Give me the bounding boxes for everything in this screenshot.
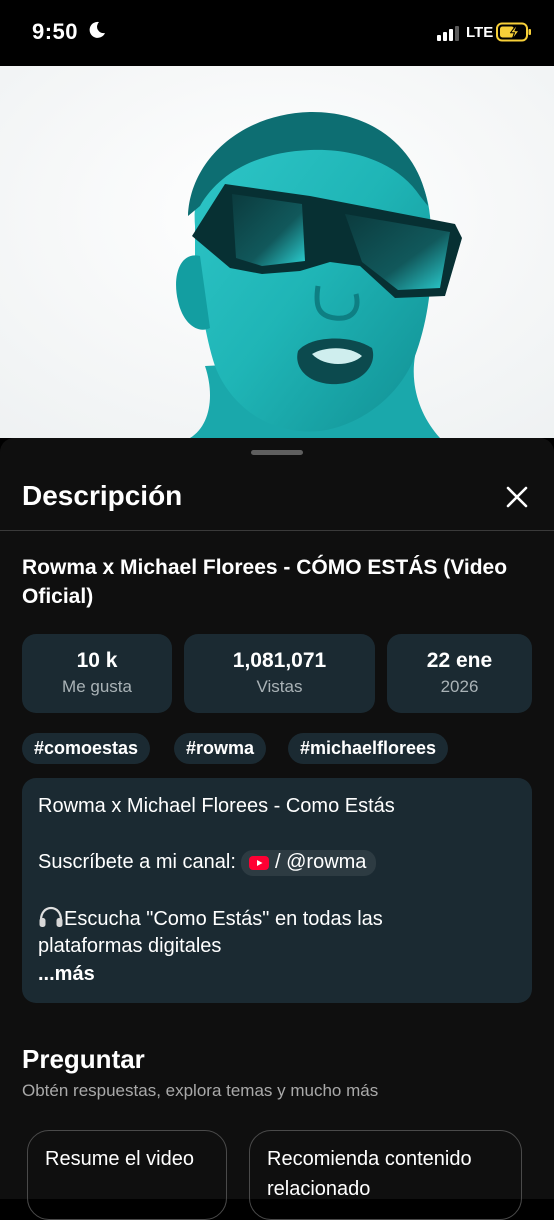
views-stat: 1,081,071 Vistas	[184, 634, 375, 713]
likes-label: Me gusta	[62, 677, 132, 696]
description-box[interactable]: Rowma x Michael Florees - Como Estás Sus…	[22, 778, 532, 1003]
more-link[interactable]: ...más	[38, 963, 95, 986]
close-icon[interactable]	[500, 480, 534, 514]
publish-year: 2026	[440, 677, 479, 696]
channel-link-chip[interactable]: / @rowma	[241, 850, 377, 876]
listen-line: Escucha "Como Estás" en todas las	[38, 906, 383, 931]
suggestion-recommend-button[interactable]: Recomienda contenido relacionado	[249, 1130, 522, 1220]
date-stat: 22 ene 2026	[387, 634, 532, 713]
hashtag-chip[interactable]: #comoestas	[22, 733, 151, 764]
suggestion-summarize-button[interactable]: Resume el video	[27, 1130, 227, 1220]
divider	[0, 530, 554, 531]
hashtag-chip[interactable]: #michaelflorees	[288, 733, 449, 764]
headphones-icon	[39, 906, 63, 927]
video-frame-image	[0, 66, 554, 438]
sheet-drag-handle[interactable]	[251, 450, 303, 455]
ask-section-subtitle: Obtén respuestas, explora temas y mucho …	[22, 1081, 379, 1100]
publish-date: 22 ene	[426, 649, 493, 672]
battery-charging-icon	[496, 22, 531, 42]
ask-section-title: Preguntar	[22, 1044, 145, 1074]
views-label: Vistas	[256, 677, 303, 696]
moon-icon	[89, 21, 105, 38]
hashtag-chip[interactable]: #rowma	[174, 733, 267, 764]
video-title: Rowma x Michael Florees - CÓMO ESTÁS (Vi…	[22, 556, 508, 608]
status-time: 9:50	[32, 19, 79, 44]
subscribe-text: Suscríbete a mi canal:	[38, 851, 236, 873]
video-player[interactable]	[0, 66, 554, 438]
status-bar: 9:50 LTE	[0, 0, 554, 66]
listen-text-1: Escucha "Como Estás" en todas las	[64, 908, 383, 930]
listen-text-2: plataformas digitales	[38, 935, 222, 957]
youtube-icon	[249, 856, 270, 870]
cellular-signal-icon	[437, 26, 459, 41]
description-line: Rowma x Michael Florees - Como Estás	[38, 795, 395, 817]
sheet-title: Descripción	[22, 480, 183, 511]
likes-stat: 10 k Me gusta	[22, 634, 172, 713]
description-sheet: Descripción Rowma x Michael Florees - CÓ…	[0, 438, 554, 1220]
likes-count: 10 k	[76, 649, 118, 672]
channel-handle: / @rowma	[275, 851, 367, 873]
network-type: LTE	[466, 24, 494, 41]
views-count: 1,081,071	[232, 649, 327, 672]
subscribe-line: Suscríbete a mi canal: / @rowma	[38, 850, 377, 876]
